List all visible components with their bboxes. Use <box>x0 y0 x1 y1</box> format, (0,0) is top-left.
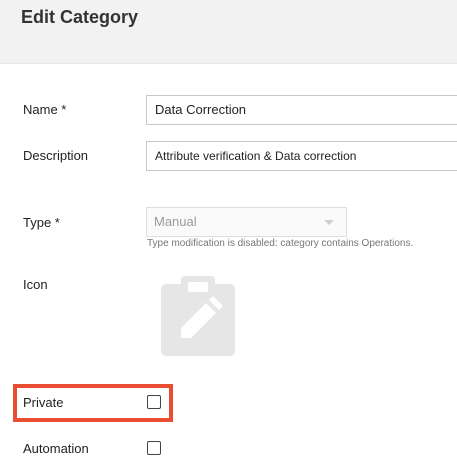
highlight-box <box>13 384 173 422</box>
type-select: Manual <box>146 207 347 237</box>
chevron-down-icon <box>324 220 334 225</box>
name-input[interactable]: Data Correction <box>146 95 457 125</box>
clipboard-edit-icon-svg <box>161 276 235 356</box>
clipboard-edit-icon[interactable] <box>158 274 238 358</box>
dialog-title: Edit Category <box>21 7 139 27</box>
automation-label: Automation <box>23 441 89 456</box>
automation-checkbox[interactable] <box>147 441 161 455</box>
dialog-header: Edit Category <box>0 0 457 64</box>
description-label: Description <box>23 148 89 163</box>
type-hint: Type modification is disabled: category … <box>147 238 414 249</box>
icon-label: Icon <box>23 277 48 292</box>
description-input[interactable]: Attribute verification & Data correction <box>146 141 457 171</box>
type-select-value: Manual <box>154 214 197 229</box>
name-label: Name * <box>23 102 67 117</box>
type-label: Type * <box>23 215 60 230</box>
